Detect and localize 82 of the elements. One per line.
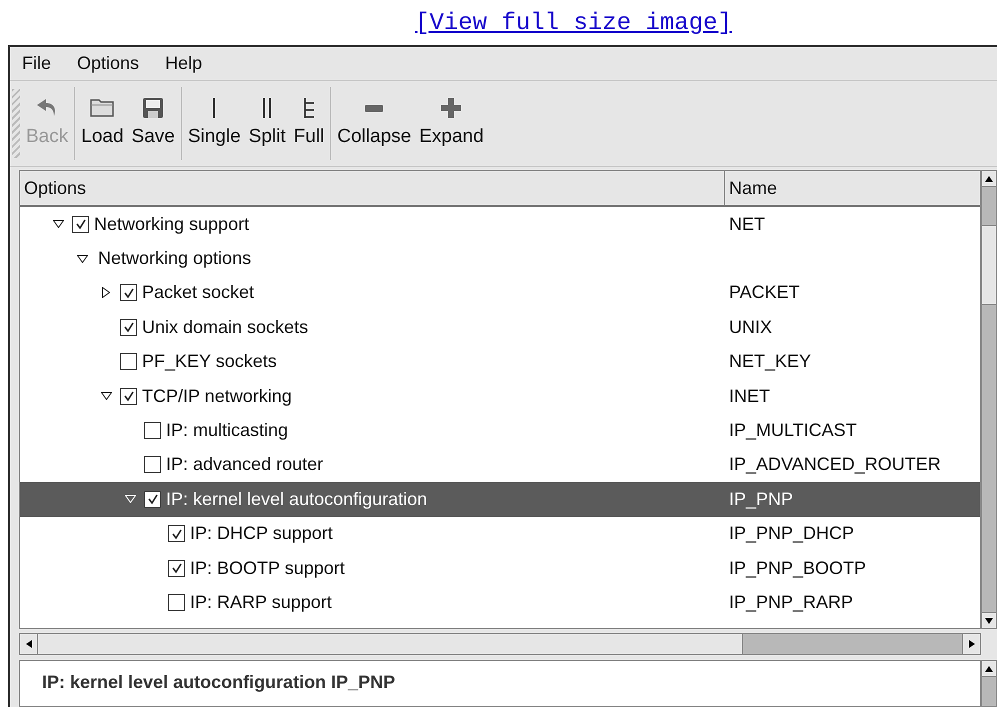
vertical-scrollbar[interactable]	[981, 660, 997, 707]
symbol-name: IP_PNP_DHCP	[729, 523, 854, 544]
toolbar-button[interactable]: Collapse	[333, 87, 416, 160]
checkbox[interactable]	[72, 216, 89, 233]
toolbar-button[interactable]: Save	[128, 87, 179, 160]
tree-row[interactable]: Networking options	[20, 241, 980, 276]
symbol-name: IP_MULTICAST	[729, 420, 857, 440]
scroll-up-icon[interactable]	[982, 171, 996, 187]
tree-row[interactable]: IP: multicasting IP_MULTICAST	[20, 413, 980, 448]
option-label: IP: multicasting	[166, 419, 288, 442]
single-bar-icon	[213, 98, 216, 118]
tree-row[interactable]: IP: RARP support IP_PNP_RARP	[20, 585, 980, 620]
checkbox[interactable]	[168, 560, 185, 577]
option-label: IP: kernel level autoconfiguration	[166, 488, 428, 511]
checkbox[interactable]	[144, 422, 161, 440]
expander-icon[interactable]	[102, 287, 110, 298]
checkbox[interactable]	[144, 490, 161, 508]
help-text: IP: kernel level autoconfiguration IP_PNP	[42, 672, 396, 692]
option-label: IP: DHCP support	[190, 522, 333, 546]
view-full-size-link[interactable]: [View full size image]	[415, 8, 732, 40]
symbol-name: IP_PNP	[729, 488, 794, 509]
toolbar-button[interactable]: Single	[184, 87, 245, 160]
tree-row[interactable]: IP: BOOTP support IP_PNP_BOOTP	[20, 550, 980, 586]
tree-row[interactable]: IP: DHCP support IP_PNP_DHCP	[20, 516, 980, 551]
option-label: Networking options	[98, 247, 252, 270]
symbol-name: IP_PNP_RARP	[729, 592, 854, 612]
option-label: PF_KEY sockets	[142, 350, 277, 374]
scrollbar-thumb[interactable]	[38, 634, 743, 654]
option-label: TCP/IP networking	[142, 384, 292, 408]
menu-item[interactable]: Options	[77, 50, 140, 77]
scrollbar-thumb[interactable]	[982, 225, 996, 305]
scroll-left-icon[interactable]	[20, 634, 38, 654]
toolbar-grip	[12, 89, 20, 158]
checkbox[interactable]	[120, 388, 137, 405]
back-arrow-icon	[37, 99, 58, 118]
column-header[interactable]: Options	[20, 171, 725, 205]
toolbar-button[interactable]: Load	[77, 87, 128, 160]
tree-row[interactable]: IP: kernel level autoconfiguration IP_PNP	[20, 482, 980, 517]
tree-row[interactable]: Unix domain sockets UNIX	[20, 310, 980, 345]
folder-icon	[90, 99, 114, 118]
checkbox[interactable]	[168, 594, 185, 611]
option-label: IP: BOOTP support	[190, 556, 345, 580]
tree-row[interactable]: Packet socket PACKET	[20, 276, 980, 310]
tree-row[interactable]: TCP/IP networking INET	[20, 378, 980, 414]
minus-icon	[365, 104, 384, 112]
scroll-up-icon[interactable]	[982, 661, 996, 677]
symbol-name: INET	[729, 386, 770, 406]
checkbox[interactable]	[120, 318, 137, 336]
tree-row[interactable]: IP: advanced router IP_ADVANCED_ROUTER	[20, 448, 980, 482]
option-label: IP: advanced router	[166, 453, 324, 476]
symbol-name: UNIX	[729, 316, 772, 337]
plus-icon	[441, 98, 462, 118]
option-label: IP: RARP support	[190, 590, 332, 614]
symbol-name: IP_ADVANCED_ROUTER	[729, 454, 941, 474]
scroll-right-icon[interactable]	[962, 634, 980, 654]
option-label: Packet socket	[142, 281, 254, 304]
checkbox[interactable]	[144, 456, 161, 474]
horizontal-scrollbar[interactable]	[19, 633, 981, 655]
toolbar-button[interactable]: Expand	[415, 87, 488, 160]
tree-row[interactable]: PF_KEY sockets NET_KEY	[20, 344, 980, 379]
toolbar-button[interactable]: Full	[290, 87, 328, 160]
scroll-down-icon[interactable]	[982, 612, 996, 628]
option-label: Unix domain sockets	[142, 316, 308, 339]
checkbox[interactable]	[120, 284, 137, 302]
symbol-name: NET	[729, 214, 765, 234]
checkbox[interactable]	[120, 353, 137, 370]
symbol-name: IP_PNP_BOOTP	[729, 558, 866, 578]
expander-icon[interactable]	[52, 220, 64, 228]
double-bar-icon	[263, 98, 272, 118]
menu-item[interactable]: Help	[165, 50, 202, 77]
symbol-name: PACKET	[729, 282, 800, 302]
checkbox[interactable]	[168, 525, 185, 542]
vertical-scrollbar[interactable]	[981, 170, 997, 629]
column-header[interactable]: Name	[725, 171, 980, 205]
symbol-name: NET_KEY	[729, 351, 812, 372]
expander-icon[interactable]	[100, 392, 112, 400]
option-label: Networking support	[94, 212, 250, 236]
toolbar-button[interactable]: Split	[244, 87, 290, 160]
expander-icon[interactable]	[76, 254, 88, 263]
tree-row[interactable]: Networking support NET	[20, 207, 980, 242]
tree-lines-icon	[304, 98, 314, 118]
menu-item[interactable]: File	[22, 50, 52, 77]
